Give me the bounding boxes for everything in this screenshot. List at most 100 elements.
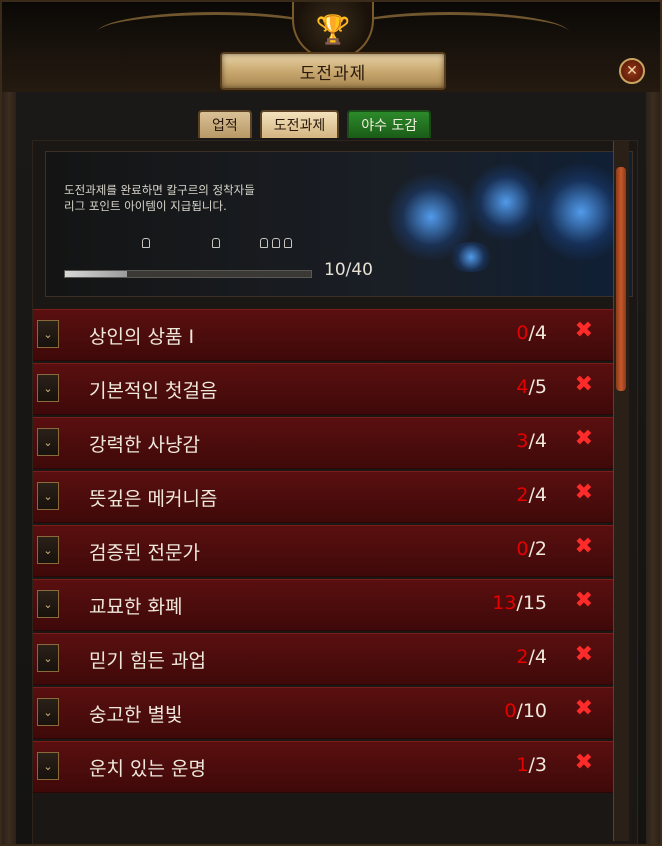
challenge-done-count: 1 [516,754,529,776]
chevron-down-icon: ⌄ [43,381,53,395]
milestone-lock-icon [142,238,150,248]
challenge-total-count: /5 [528,376,548,398]
content-panel: 도전과제를 완료하면 칼구르의 정착자들 리그 포인트 아이템이 지급됩니다. … [32,140,638,844]
milestone-lock-icon [284,238,292,248]
challenge-progress-count: 13/15 [492,592,547,614]
x-mark-icon: ✖ [574,426,593,451]
challenge-progress-bar [64,270,312,278]
challenge-row[interactable]: ⌄ 믿기 힘든 과업 2/4 ✖ [33,633,613,685]
chevron-down-icon: ⌄ [43,435,53,449]
banner-description: 도전과제를 완료하면 칼구르의 정착자들 리그 포인트 아이템이 지급됩니다. [64,182,364,214]
challenges-window: 🏆 도전과제 ✕ 업적 도전과제 야수 도감 도전과제를 완료하면 칼구르의 정… [0,0,662,846]
x-mark-icon: ✖ [574,318,593,343]
x-mark-icon: ✖ [574,534,593,559]
challenge-name: 숭고한 별빛 [89,704,183,726]
expand-toggle-button[interactable]: ⌄ [37,698,59,726]
challenge-row[interactable]: ⌄ 기본적인 첫걸음 4/5 ✖ [33,363,613,415]
x-mark-icon: ✖ [574,480,593,505]
expand-toggle-button[interactable]: ⌄ [37,374,59,402]
challenge-name: 믿기 힘든 과업 [89,650,206,672]
challenge-row[interactable]: ⌄ 교묘한 화폐 13/15 ✖ [33,579,613,631]
art-glow [446,242,496,272]
challenge-total-count: /10 [516,700,547,722]
challenge-done-count: 0 [516,538,529,560]
challenge-total-count: /4 [528,430,548,452]
challenge-name: 운치 있는 운명 [89,758,206,780]
challenge-total-count: /4 [528,646,548,668]
banner-description-line-1: 도전과제를 완료하면 칼구르의 정착자들 [64,183,255,197]
x-mark-icon: ✖ [574,696,593,721]
x-mark-icon: ✖ [574,750,593,775]
challenge-progress-count: 3/4 [516,430,547,452]
challenge-progress-count: 1/3 [516,754,547,776]
expand-toggle-button[interactable]: ⌄ [37,752,59,780]
expand-toggle-button[interactable]: ⌄ [37,482,59,510]
expand-toggle-button[interactable]: ⌄ [37,428,59,456]
expand-toggle-button[interactable]: ⌄ [37,536,59,564]
x-mark-icon: ✖ [574,372,593,397]
milestone-lock-icon [260,238,268,248]
milestone-lock-icon [212,238,220,248]
challenge-done-count: 2 [516,484,529,506]
challenge-progress-count: 2/4 [516,484,547,506]
challenge-name: 상인의 상품 I [89,326,195,348]
expand-toggle-button[interactable]: ⌄ [37,644,59,672]
challenge-row[interactable]: ⌄ 검증된 전문가 0/2 ✖ [33,525,613,577]
challenge-row[interactable]: ⌄ 운치 있는 운명 1/3 ✖ [33,741,613,793]
close-icon: ✕ [626,63,638,79]
challenge-name: 뜻깊은 메커니즘 [89,488,218,510]
challenge-name: 강력한 사냥감 [89,434,200,456]
challenge-done-count: 0 [516,322,529,344]
challenge-progress-count: 0/2 [516,538,547,560]
milestone-markers [64,238,312,264]
challenge-done-count: 0 [504,700,517,722]
challenge-done-count: 13 [492,592,517,614]
chevron-down-icon: ⌄ [43,597,53,611]
milestone-lock-icon [272,238,280,248]
challenge-progress-count: 2/4 [516,646,547,668]
tab-bar: 업적 도전과제 야수 도감 [198,110,432,138]
challenge-progress-count: 4/5 [516,376,547,398]
reward-banner: 도전과제를 완료하면 칼구르의 정착자들 리그 포인트 아이템이 지급됩니다. … [45,151,633,297]
trophy-icon: 🏆 [315,13,351,46]
chevron-down-icon: ⌄ [43,489,53,503]
challenge-progress-fill [65,271,127,277]
challenge-name: 기본적인 첫걸음 [89,380,218,402]
x-mark-icon: ✖ [574,588,593,613]
expand-toggle-button[interactable]: ⌄ [37,590,59,618]
challenge-done-count: 4 [516,376,529,398]
x-mark-icon: ✖ [574,642,593,667]
tab-challenges[interactable]: 도전과제 [259,110,340,138]
chevron-down-icon: ⌄ [43,327,53,341]
chevron-down-icon: ⌄ [43,543,53,557]
challenge-name: 검증된 전문가 [89,542,200,564]
chevron-down-icon: ⌄ [43,651,53,665]
reward-art [366,152,632,296]
challenge-total-count: /3 [528,754,548,776]
challenge-row[interactable]: ⌄ 숭고한 별빛 0/10 ✖ [33,687,613,739]
challenge-row[interactable]: ⌄ 강력한 사냥감 3/4 ✖ [33,417,613,469]
challenge-progress-count: 0/4 [516,322,547,344]
challenge-row[interactable]: ⌄ 뜻깊은 메커니즘 2/4 ✖ [33,471,613,523]
banner-description-line-2: 리그 포인트 아이템이 지급됩니다. [64,199,227,213]
challenge-progress-count: 0/10 [504,700,547,722]
art-glow [466,162,546,242]
tab-achievements[interactable]: 업적 [198,110,252,138]
challenge-total-count: /15 [516,592,547,614]
list-scrollbar[interactable] [613,141,629,841]
challenge-total-count: /4 [528,484,548,506]
tab-bestiary[interactable]: 야수 도감 [347,110,432,138]
expand-toggle-button[interactable]: ⌄ [37,320,59,348]
chevron-down-icon: ⌄ [43,705,53,719]
window-title: 도전과제 [299,63,367,84]
frame-left [2,92,16,844]
close-button[interactable]: ✕ [619,58,645,84]
frame-right [646,92,660,844]
title-plate: 도전과제 [220,52,446,90]
challenge-total-count: /2 [528,538,548,560]
challenge-done-count: 3 [516,430,529,452]
challenge-name: 교묘한 화폐 [89,596,183,618]
challenge-row[interactable]: ⌄ 상인의 상품 I 0/4 ✖ [33,309,613,361]
challenge-total-count: /4 [528,322,548,344]
scroll-thumb[interactable] [616,167,626,391]
